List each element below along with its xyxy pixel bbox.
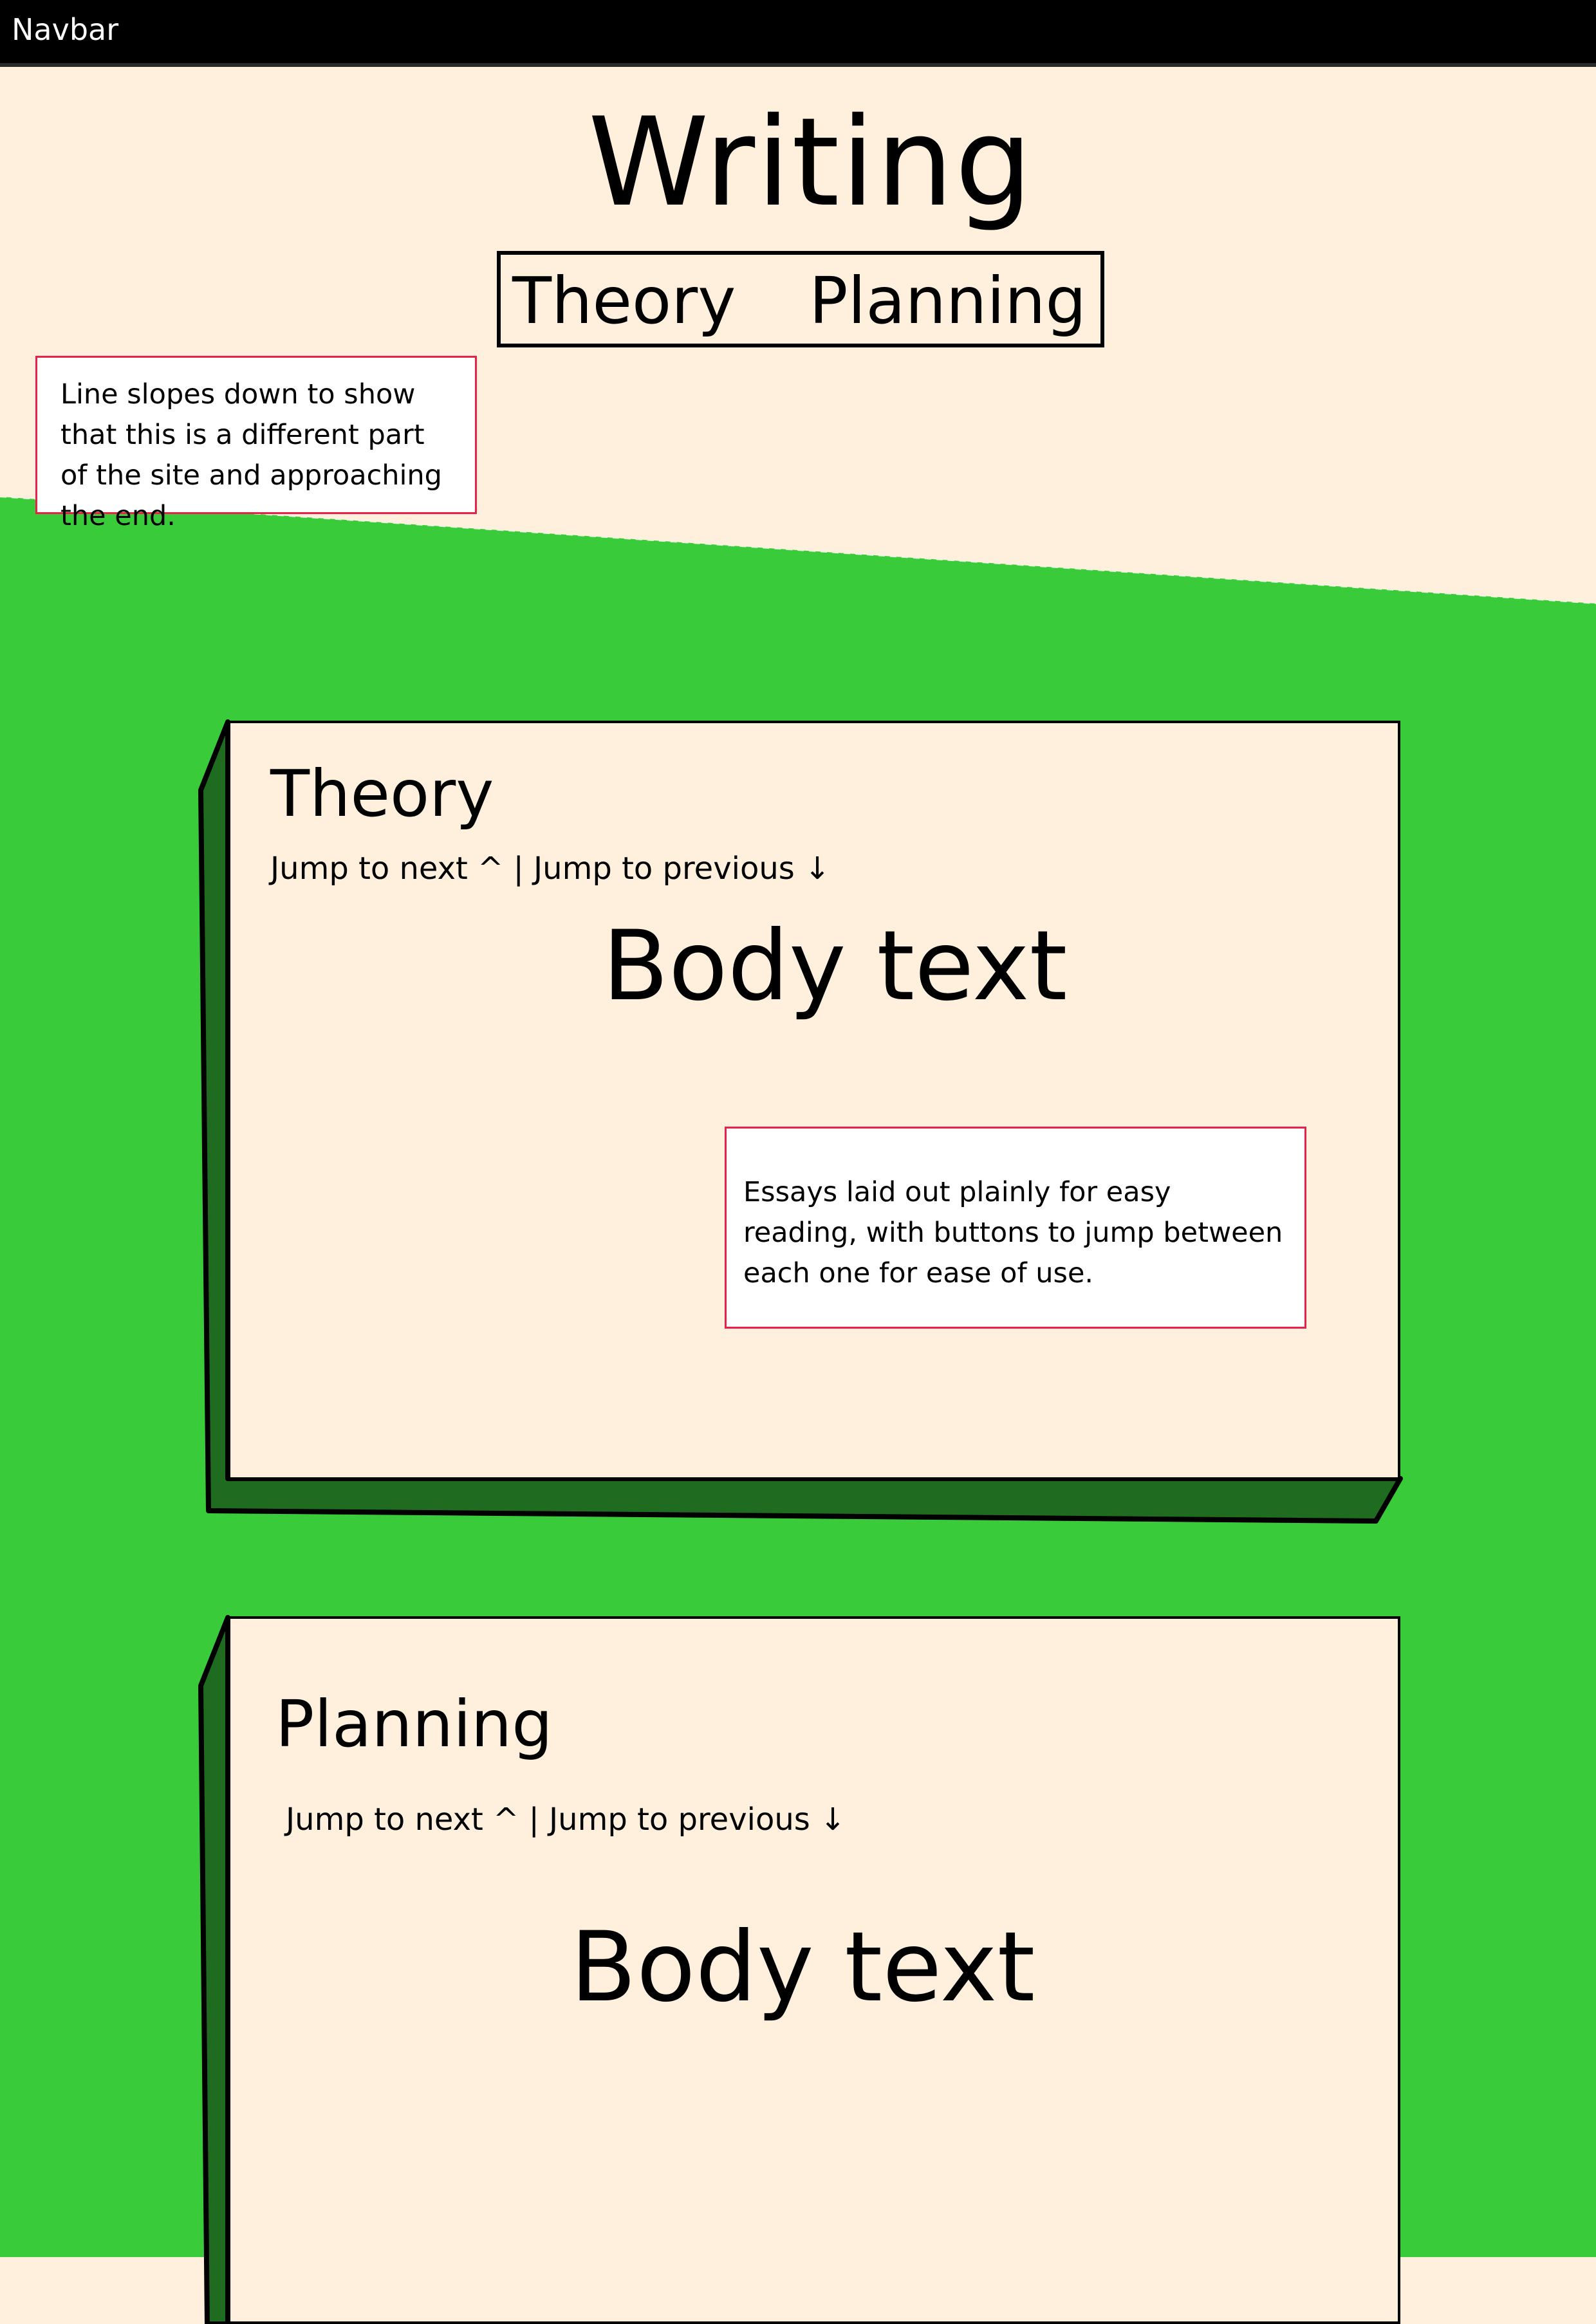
theory-card: Theory Jump to next ^ | Jump to previous… <box>198 719 1403 1525</box>
planning-card-face: Planning Jump to next ^ | Jump to previo… <box>228 1616 1400 2324</box>
navbar-label: Navbar <box>12 12 119 47</box>
section-nav: Theory Planning <box>497 251 1104 347</box>
annotation-slope-note: Line slopes down to show that this is a … <box>35 356 477 532</box>
planning-section-title: Planning <box>275 1686 553 1762</box>
planning-jump-separator: | <box>519 1802 550 1838</box>
theory-card-face: Theory Jump to next ^ | Jump to previous… <box>228 721 1400 1480</box>
section-nav-theory-link[interactable]: Theory <box>512 261 736 341</box>
theory-jump-previous-link[interactable]: Jump to previous ↓ <box>534 851 830 887</box>
theory-body-text: Body text <box>602 910 1068 1022</box>
section-nav-planning-link[interactable]: Planning <box>809 261 1086 341</box>
planning-jump-previous-link[interactable]: Jump to previous ↓ <box>549 1802 846 1838</box>
planning-card: Planning Jump to next ^ | Jump to previo… <box>198 1615 1402 2324</box>
theory-jump-separator: | <box>503 851 534 887</box>
navbar[interactable]: Navbar <box>0 0 1596 67</box>
theory-jump-links: Jump to next ^ | Jump to previous ↓ <box>270 849 830 888</box>
page-title: Writing <box>588 91 1034 234</box>
planning-jump-links: Jump to next ^ | Jump to previous ↓ <box>286 1800 846 1839</box>
planning-jump-next-link[interactable]: Jump to next ^ <box>286 1802 519 1838</box>
theory-jump-next-link[interactable]: Jump to next ^ <box>270 851 503 887</box>
annotation-essays-note: Essays laid out plainly for easy reading… <box>725 1127 1306 1329</box>
theory-section-title: Theory <box>270 756 494 831</box>
planning-body-text: Body text <box>570 1912 1035 2024</box>
